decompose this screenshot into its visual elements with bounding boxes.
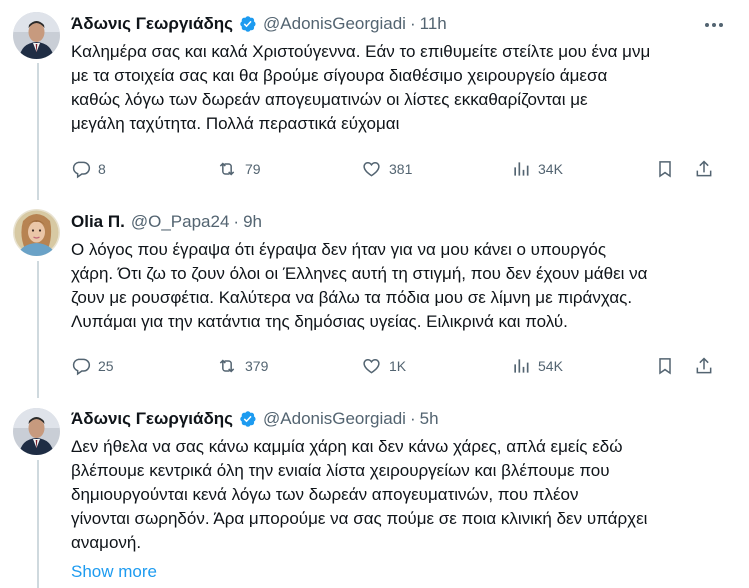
views-count: 34K (538, 161, 563, 177)
like-count: 381 (389, 161, 413, 177)
author-name[interactable]: Άδωνις Γεωργιάδης (71, 409, 233, 429)
tweet-text: Ο λόγος που έγραψα ότι έγραψα δεν ήταν γ… (71, 240, 648, 331)
reply-count: 8 (98, 161, 106, 177)
author-name[interactable]: Άδωνις Γεωργιάδης (71, 14, 233, 34)
author-handle[interactable]: @AdonisGeorgiadi (263, 409, 406, 429)
separator-dot: · (233, 212, 240, 231)
thread-connector (37, 63, 39, 200)
repost-count: 79 (245, 161, 261, 177)
bookmark-button[interactable] (655, 157, 675, 181)
author-handle[interactable]: @O_Papa24 (131, 212, 230, 232)
more-icon[interactable] (701, 12, 727, 38)
like-count: 1K (389, 358, 407, 374)
views-button[interactable]: 54K (511, 354, 563, 378)
share-icon (696, 357, 712, 374)
author-name[interactable]: Olia Π. (71, 212, 125, 232)
heart-icon (363, 358, 380, 374)
bookmark-icon (659, 161, 671, 178)
verified-badge-icon[interactable] (237, 409, 257, 429)
tweet-text: Δεν ήθελα να σας κάνω καμμία χάρη και δε… (71, 437, 648, 552)
thread-connector (37, 261, 39, 398)
share-button[interactable] (694, 354, 714, 378)
repost-icon (219, 359, 235, 373)
timestamp[interactable]: 5h (420, 409, 439, 429)
action-bar: 8 79 381 34K (71, 157, 731, 181)
tweet-header: Olia Π. @O_Papa24 · 9h (71, 211, 262, 233)
tweet-2[interactable]: Olia Π. @O_Papa24 · 9h Ο λόγος που έγραψ… (0, 200, 749, 398)
like-button[interactable]: 1K (361, 354, 406, 378)
verified-badge-icon[interactable] (237, 14, 257, 34)
tweet-3[interactable]: Άδωνις Γεωργιάδης @AdonisGeorgiadi · 5h … (0, 398, 749, 588)
tweet-1[interactable]: Άδωνις Γεωργιάδης @AdonisGeorgiadi · 11h… (0, 0, 749, 200)
timestamp[interactable]: 9h (243, 212, 262, 232)
bookmark-button[interactable] (655, 354, 675, 378)
reply-count: 25 (98, 358, 114, 374)
tweet-header: Άδωνις Γεωργιάδης @AdonisGeorgiadi · 11h (71, 13, 447, 35)
repost-icon (219, 162, 235, 176)
action-bar: 25 379 1K 54K (71, 354, 731, 378)
show-more-link[interactable]: Show more (71, 562, 157, 582)
repost-button[interactable]: 79 (216, 157, 261, 181)
separator-dot: · (409, 14, 416, 33)
repost-count: 379 (245, 358, 269, 374)
separator-dot: · (409, 409, 416, 428)
reply-button[interactable]: 25 (71, 354, 114, 378)
avatar[interactable] (13, 408, 60, 455)
thread-connector (37, 460, 39, 588)
share-icon (696, 160, 712, 177)
reply-button[interactable]: 8 (71, 157, 106, 181)
avatar[interactable] (13, 12, 60, 59)
views-icon (514, 162, 529, 176)
views-icon (514, 359, 529, 373)
tweet-text: Καλημέρα σας και καλά Χριστούγεννα. Εάν … (71, 42, 651, 133)
heart-icon (363, 161, 380, 177)
reply-icon (72, 161, 91, 179)
repost-button[interactable]: 379 (216, 354, 268, 378)
timestamp[interactable]: 11h (420, 14, 447, 34)
bookmark-icon (659, 358, 671, 375)
tweet-header: Άδωνις Γεωργιάδης @AdonisGeorgiadi · 5h (71, 408, 439, 430)
avatar[interactable] (13, 209, 60, 256)
views-button[interactable]: 34K (511, 157, 563, 181)
reply-icon (72, 358, 91, 376)
views-count: 54K (538, 358, 563, 374)
share-button[interactable] (694, 157, 714, 181)
like-button[interactable]: 381 (361, 157, 412, 181)
author-handle[interactable]: @AdonisGeorgiadi (263, 14, 406, 34)
